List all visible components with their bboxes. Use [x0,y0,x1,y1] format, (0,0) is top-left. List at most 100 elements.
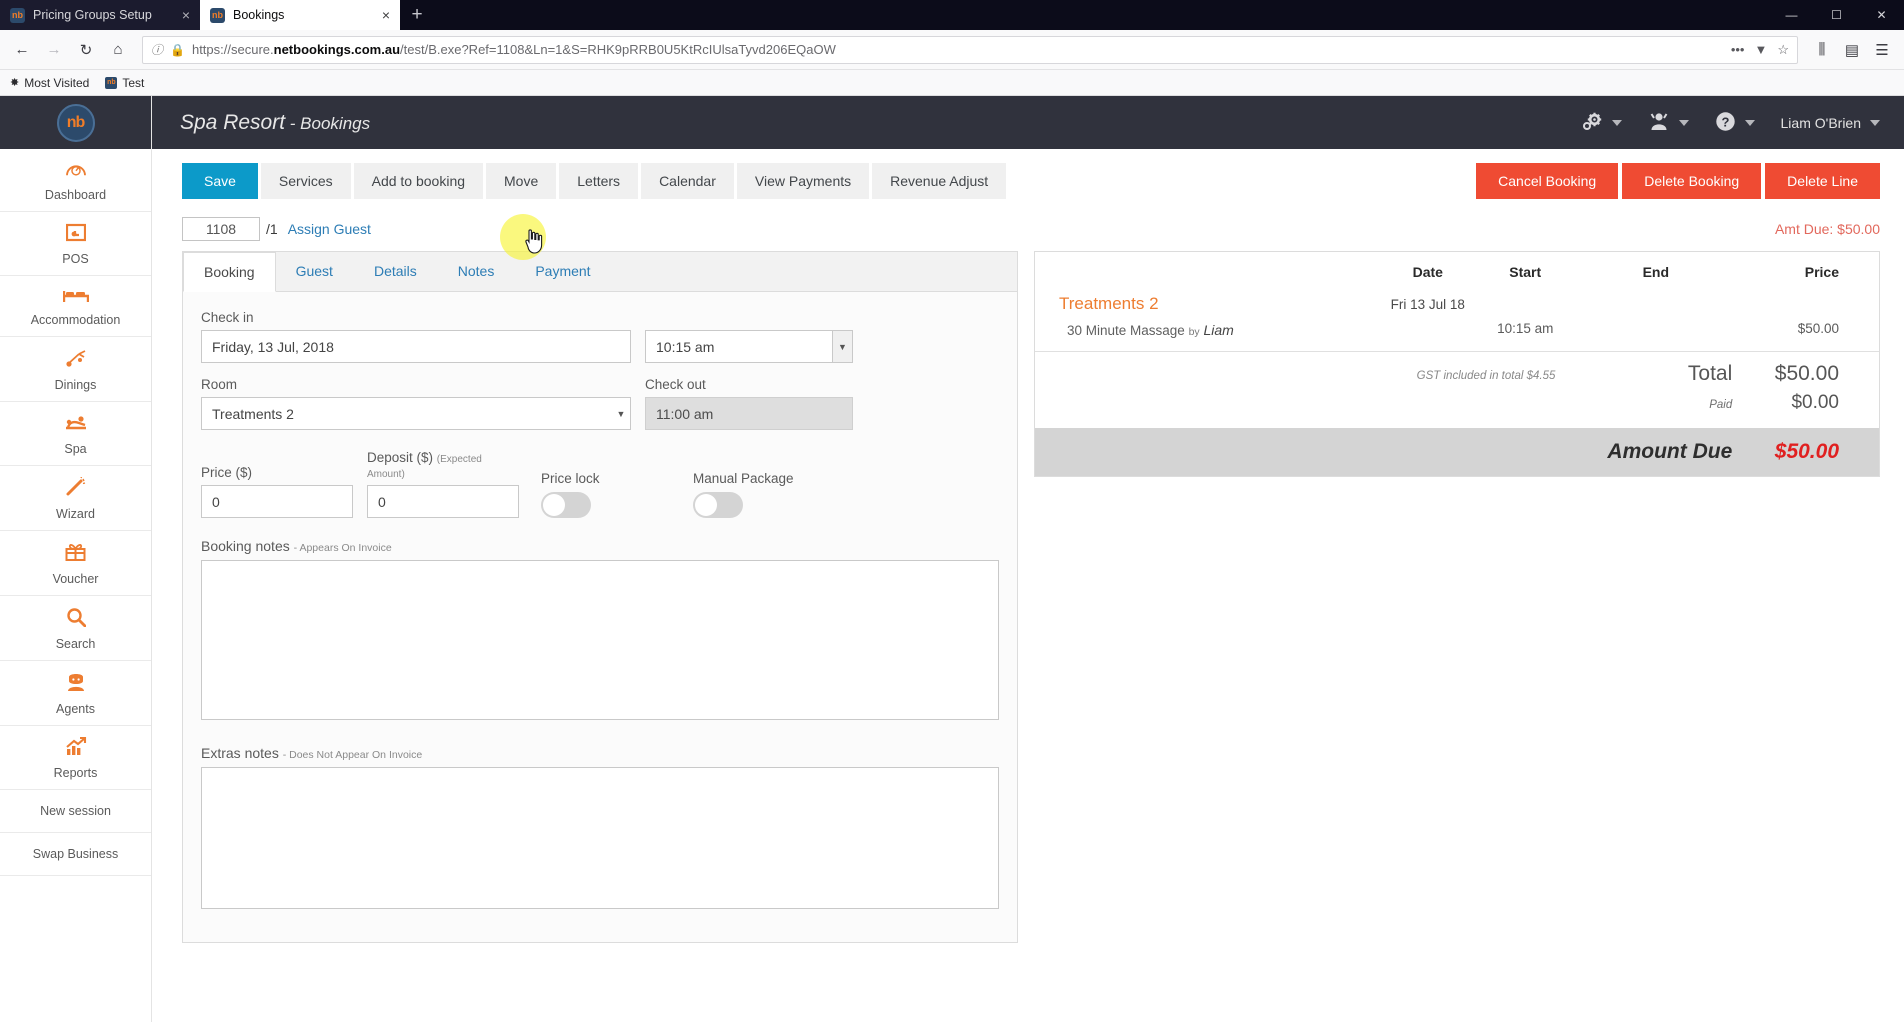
summary-header-row: Date Start End Price [1035,252,1879,290]
letters-button[interactable]: Letters [559,163,639,199]
price-group: Price ($) [201,465,353,518]
price-lock-toggle[interactable] [541,492,591,518]
bookmark-star-icon[interactable]: ☆ [1777,42,1789,58]
booking-ref-input[interactable] [182,217,260,241]
lock-icon[interactable]: 🔒 [170,43,185,57]
app-logo[interactable]: nb [0,96,151,149]
star-icon: ✸ [10,77,20,89]
close-icon[interactable]: × [382,8,390,22]
sidebar-item-wizard[interactable]: Wizard [0,466,151,531]
booking-notes-textarea[interactable] [201,560,999,720]
add-to-booking-button[interactable]: Add to booking [353,163,484,199]
check-in-time-value: 10:15 am [656,338,715,355]
sidebar-item-new-session[interactable]: New session [0,790,151,833]
assign-guest-link[interactable]: Assign Guest [288,221,371,237]
check-out-time-input [645,397,853,430]
library-icon[interactable]: ⫼ [1808,36,1836,64]
sidebar-item-dashboard[interactable]: Dashboard [0,149,151,212]
application-window: nb Dashboard POS Accommodation Dinings S… [0,96,1904,1022]
total-label: Total [1687,361,1733,385]
paid-value: $0.00 [1791,391,1839,413]
maximize-icon[interactable]: ☐ [1814,0,1859,30]
tab-details[interactable]: Details [354,252,438,291]
bookmark-favicon: nb [105,76,118,89]
booking-detail-card: Booking Guest Details Notes Payment Chec… [182,251,1018,943]
browser-toolbar-right: ⫼ ▤ ☰ [1808,36,1896,64]
sidebar-toggle-icon[interactable]: ▤ [1838,36,1866,64]
sidebar-item-swap-business[interactable]: Swap Business [0,833,151,876]
calendar-button[interactable]: Calendar [641,163,734,199]
address-bar[interactable]: ⓘ 🔒 https://secure.netbookings.com.au/te… [142,35,1798,64]
sidebar-item-spa[interactable]: Spa [0,402,151,466]
room-checkout-labels: Room Check out [201,377,999,397]
sidebar-item-label: Swap Business [32,847,119,861]
bookmark-most-visited[interactable]: ✸ Most Visited [10,76,89,90]
browser-tab-bookings[interactable]: nb Bookings × [200,0,400,30]
save-button[interactable]: Save [182,163,258,199]
page-actions-icon[interactable]: ••• [1731,42,1745,58]
tab-booking[interactable]: Booking [183,252,276,292]
bookmark-test[interactable]: nb Test [105,76,144,90]
room-select[interactable]: Treatments 2 ▼ [201,397,631,430]
browser-tab-pricing-groups-setup[interactable]: nb Pricing Groups Setup × [0,0,200,30]
sidebar-item-search[interactable]: Search [0,596,151,661]
manual-package-toggle[interactable] [693,492,743,518]
cancel-booking-button[interactable]: Cancel Booking [1476,163,1619,199]
price-input[interactable] [201,485,353,518]
manual-package-group: Manual Package [693,471,845,518]
booking-notes-sublabel: - Appears On Invoice [293,542,392,554]
sidebar-item-agents[interactable]: Agents [0,661,151,726]
tab-payment[interactable]: Payment [515,252,611,291]
move-button[interactable]: Move [486,163,557,199]
help-icon: ? [1715,111,1736,135]
tab-notes[interactable]: Notes [438,252,516,291]
sidebar-item-reports[interactable]: Reports [0,726,151,790]
price-lock-group: Price lock [541,471,693,518]
danger-actions: Cancel Booking Delete Booking Delete Lin… [1476,163,1880,199]
account-menu[interactable]: Liam O'Brien [1781,115,1880,131]
pocket-icon[interactable]: ▼ [1754,42,1767,58]
hamburger-menu-icon[interactable]: ☰ [1868,36,1896,64]
help-menu[interactable]: ? [1715,111,1755,135]
services-button[interactable]: Services [260,163,351,199]
booking-panels: Booking Guest Details Notes Payment Chec… [152,251,1904,943]
view-payments-button[interactable]: View Payments [736,163,870,199]
toggle-knob [695,494,717,516]
forward-icon[interactable]: → [40,36,68,64]
deposit-input[interactable] [367,485,519,518]
delete-booking-button[interactable]: Delete Booking [1622,163,1762,199]
table-row[interactable]: 30 Minute Massage by Liam 10:15 am $50.0… [1035,318,1879,350]
tab-favicon: nb [10,7,25,23]
settings-menu[interactable] [1582,111,1622,135]
col-item [1035,252,1373,290]
sidebar-item-dinings[interactable]: Dinings [0,337,151,402]
window-close-icon[interactable]: ✕ [1859,0,1904,30]
new-tab-button[interactable]: + [400,0,434,30]
back-icon[interactable]: ← [8,36,36,64]
reload-icon[interactable]: ↻ [72,36,100,64]
extras-notes-textarea[interactable] [201,767,999,909]
sidebar-item-label: Spa [64,442,87,456]
summary-group-name[interactable]: Treatments 2 [1035,290,1373,318]
summary-line-price: $50.00 [1797,321,1839,336]
sidebar-item-pos[interactable]: POS [0,212,151,276]
close-icon[interactable]: × [182,8,190,22]
sidebar-item-accommodation[interactable]: Accommodation [0,276,151,337]
tab-guest[interactable]: Guest [276,252,354,291]
page-title: Spa Resort - Bookings [180,111,370,135]
check-in-time-select[interactable]: 10:15 am ▼ [645,330,853,363]
minimize-icon[interactable]: — [1769,0,1814,30]
header-actions: ? Liam O'Brien [1582,111,1880,135]
booking-tabs: Booking Guest Details Notes Payment [183,252,1017,292]
home-icon[interactable]: ⌂ [104,36,132,64]
check-in-date-input[interactable] [201,330,631,363]
page-info-icon[interactable]: ⓘ [151,41,163,58]
sidebar-item-voucher[interactable]: Voucher [0,531,151,596]
amount-due-header: Amt Due: $50.00 [1774,221,1880,237]
user-menu[interactable] [1648,111,1689,134]
delete-line-button[interactable]: Delete Line [1765,163,1880,199]
chevron-down-icon: ▼ [616,408,626,419]
booking-summary-table: Date Start End Price Treatments 2 Fri 13… [1035,252,1879,476]
sidebar-item-label: Dashboard [44,188,107,202]
revenue-adjust-button[interactable]: Revenue Adjust [872,163,1007,199]
